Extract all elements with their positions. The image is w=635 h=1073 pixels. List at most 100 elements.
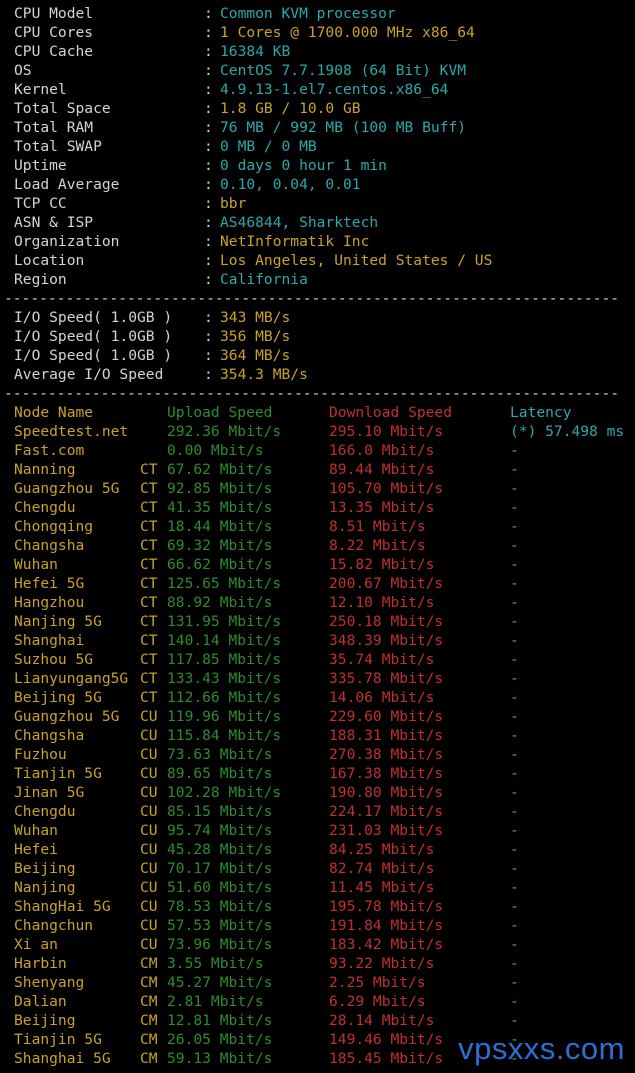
isp-code: CT xyxy=(140,689,158,706)
latency-value: - xyxy=(510,518,519,535)
download-speed: 2.25 Mbit/s xyxy=(329,974,426,991)
sysinfo-label: Organization xyxy=(14,233,120,250)
sysinfo-value: 1 Cores @ 1700.000 MHz x86_64 xyxy=(220,24,475,41)
isp-code: CT xyxy=(140,499,158,516)
isp-code: CM xyxy=(140,1031,158,1048)
upload-speed: 78.53 Mbit/s xyxy=(167,898,273,915)
separator-line: ----------------------------------------… xyxy=(4,385,620,402)
sysinfo-label: Load Average xyxy=(14,176,120,193)
colon: : xyxy=(204,5,213,22)
node-name: Fuzhou xyxy=(14,746,67,763)
upload-speed: 85.15 Mbit/s xyxy=(167,803,273,820)
download-speed: 250.18 Mbit/s xyxy=(329,613,444,630)
speed-row: Dalian CM 2.81 Mbit/s 6.29 Mbit/s - xyxy=(14,992,635,1011)
upload-speed: 2.81 Mbit/s xyxy=(167,993,264,1010)
sysinfo-row: Total SWAP:0 MB / 0 MB xyxy=(14,137,635,156)
latency-value: - xyxy=(510,936,519,953)
node-name: Harbin xyxy=(14,955,67,972)
download-speed: 149.46 Mbit/s xyxy=(329,1031,444,1048)
isp-code: CU xyxy=(140,708,158,725)
node-name: ShangHai 5G xyxy=(14,898,111,915)
download-speed: 166.0 Mbit/s xyxy=(329,442,435,459)
upload-speed: 67.62 Mbit/s xyxy=(167,461,273,478)
node-name: Chengdu xyxy=(14,803,76,820)
latency-value: - xyxy=(510,670,519,687)
speed-row: Tianjin 5G CU 89.65 Mbit/s 167.38 Mbit/s - xyxy=(14,764,635,783)
speed-row: Shanghai CT 140.14 Mbit/s 348.39 Mbit/s - xyxy=(14,631,635,650)
separator-line: ----------------------------------------… xyxy=(4,290,620,307)
latency-value: - xyxy=(510,898,519,915)
sysinfo-value: Common KVM processor xyxy=(220,5,396,22)
node-name: Wuhan xyxy=(14,556,58,573)
latency-value: - xyxy=(510,784,519,801)
latency-value: - xyxy=(510,689,519,706)
speed-row: Hefei 5G CT 125.65 Mbit/s 200.67 Mbit/s - xyxy=(14,574,635,593)
colon: : xyxy=(204,62,213,79)
upload-speed: 0.00 Mbit/s xyxy=(167,442,264,459)
node-name: Guangzhou 5G xyxy=(14,708,120,725)
latency-value: - xyxy=(510,499,519,516)
colon: : xyxy=(204,100,213,117)
sysinfo-value: 4.9.13-1.el7.centos.x86_64 xyxy=(220,81,449,98)
isp-code: CM xyxy=(140,993,158,1010)
colon: : xyxy=(204,138,213,155)
node-name: Wuhan xyxy=(14,822,58,839)
io-label: I/O Speed( 1.0GB ) xyxy=(14,309,173,326)
latency-value: - xyxy=(510,746,519,763)
isp-code: CT xyxy=(140,670,158,687)
latency-value: - xyxy=(510,708,519,725)
upload-speed: 92.85 Mbit/s xyxy=(167,480,273,497)
sysinfo-label: TCP CC xyxy=(14,195,67,212)
sysinfo-row: TCP CC: bbr xyxy=(14,194,635,213)
isp-code: CM xyxy=(140,1012,158,1029)
io-speed: I/O Speed( 1.0GB ):343 MB/s I/O Speed( 1… xyxy=(14,308,635,384)
colon: : xyxy=(204,157,213,174)
io-row: I/O Speed( 1.0GB ):364 MB/s xyxy=(14,346,635,365)
isp-code: CT xyxy=(140,537,158,554)
isp-code: CU xyxy=(140,860,158,877)
sysinfo-row: CPU Model: Common KVM processor xyxy=(14,4,635,23)
colon: : xyxy=(204,214,213,231)
sysinfo-value: bbr xyxy=(220,195,247,212)
isp-code: CU xyxy=(140,822,158,839)
io-value: 343 MB/s xyxy=(220,309,291,326)
upload-speed: 131.95 Mbit/s xyxy=(167,613,282,630)
sysinfo-row: OS: CentOS 7.7.1908 (64 Bit) KVM xyxy=(14,61,635,80)
terminal-output: CPU Model: Common KVM processor CPU Cores… xyxy=(4,4,635,1068)
io-value: 364 MB/s xyxy=(220,347,291,364)
speed-row: Hangzhou CT 88.92 Mbit/s 12.10 Mbit/s - xyxy=(14,593,635,612)
isp-code: CT xyxy=(140,480,158,497)
upload-speed: 292.36 Mbit/s xyxy=(167,423,282,440)
download-speed: 229.60 Mbit/s xyxy=(329,708,444,725)
speed-row: Chengdu CT 41.35 Mbit/s 13.35 Mbit/s - xyxy=(14,498,635,517)
download-speed: 93.22 Mbit/s xyxy=(329,955,435,972)
system-info: CPU Model: Common KVM processor CPU Cores… xyxy=(14,4,635,289)
io-row: I/O Speed( 1.0GB ):343 MB/s xyxy=(14,308,635,327)
upload-speed: 115.84 Mbit/s xyxy=(167,727,282,744)
download-speed: 28.14 Mbit/s xyxy=(329,1012,435,1029)
upload-speed: 70.17 Mbit/s xyxy=(167,860,273,877)
speed-row: Beijing CU 70.17 Mbit/s 82.74 Mbit/s - xyxy=(14,859,635,878)
node-name: Beijing xyxy=(14,860,76,877)
sysinfo-value: NetInformatik Inc xyxy=(220,233,370,250)
upload-speed: 125.65 Mbit/s xyxy=(167,575,282,592)
upload-speed: 45.28 Mbit/s xyxy=(167,841,273,858)
isp-code: CU xyxy=(140,841,158,858)
sysinfo-value: 76 MB / 992 MB (100 MB Buff) xyxy=(220,119,467,136)
latency-value: - xyxy=(510,955,519,972)
upload-speed: 41.35 Mbit/s xyxy=(167,499,273,516)
isp-code: CU xyxy=(140,803,158,820)
upload-speed: 73.63 Mbit/s xyxy=(167,746,273,763)
download-speed: 105.70 Mbit/s xyxy=(329,480,444,497)
upload-speed: 59.13 Mbit/s xyxy=(167,1050,273,1067)
colon: : xyxy=(204,24,213,41)
upload-speed: 95.74 Mbit/s xyxy=(167,822,273,839)
sysinfo-label: ASN & ISP xyxy=(14,214,94,231)
upload-speed: 66.62 Mbit/s xyxy=(167,556,273,573)
latency-value: - xyxy=(510,537,519,554)
speed-row: Fuzhou CU 73.63 Mbit/s 270.38 Mbit/s - xyxy=(14,745,635,764)
sysinfo-row: ASN & ISP: AS46844, Sharktech xyxy=(14,213,635,232)
download-speed: 84.25 Mbit/s xyxy=(329,841,435,858)
latency-value: - xyxy=(510,803,519,820)
node-name: Guangzhou 5G xyxy=(14,480,120,497)
